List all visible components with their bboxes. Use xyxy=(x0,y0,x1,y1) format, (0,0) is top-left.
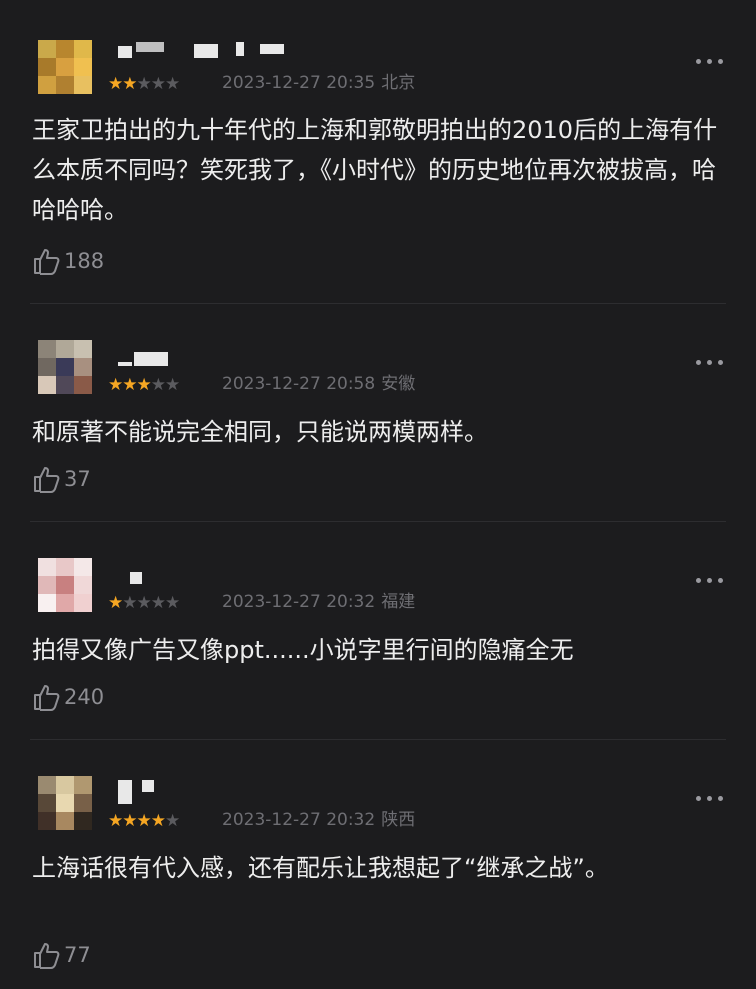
star-rating: ★★★★★ xyxy=(108,74,180,94)
star-icon: ★ xyxy=(108,811,123,831)
comment-meta: 2023-12-27 20:35 北京 xyxy=(222,73,415,93)
username-redacted xyxy=(112,352,192,368)
like-button[interactable]: 77 xyxy=(32,940,91,970)
comment-meta: 2023-12-27 20:58 安徽 xyxy=(222,374,415,394)
comment-time: 2023-12-27 20:58 xyxy=(222,374,376,394)
star-icon: ★ xyxy=(165,593,180,613)
more-dots-icon[interactable] xyxy=(694,793,728,803)
star-icon: ★ xyxy=(150,811,166,831)
comment-meta: 2023-12-27 20:32 福建 xyxy=(222,592,415,612)
star-icon: ★ xyxy=(122,375,137,395)
star-icon: ★ xyxy=(136,811,152,831)
like-count: 37 xyxy=(64,467,91,491)
comment-meta: 2023-12-27 20:32 陕西 xyxy=(222,810,415,830)
star-icon: ★ xyxy=(165,74,180,94)
star-icon: ★ xyxy=(122,811,137,831)
star-icon: ★ xyxy=(108,375,123,395)
username-redacted xyxy=(112,780,172,804)
star-icon: ★ xyxy=(122,593,137,613)
comment-text: 拍得又像广告又像ppt......小说字里行间的隐痛全无 xyxy=(32,636,574,664)
star-icon: ★ xyxy=(165,811,180,831)
avatar[interactable] xyxy=(38,776,92,830)
star-icon: ★ xyxy=(150,375,166,395)
comment-item: ★★★★★ 2023-12-27 20:32 福建 拍得又像广告又像ppt....… xyxy=(0,522,756,738)
star-rating: ★★★★★ xyxy=(108,593,180,613)
comment-item: ★★★★★ 2023-12-27 20:58 安徽 和原著不能说完全相同，只能说两… xyxy=(0,304,756,520)
more-dots-icon[interactable] xyxy=(694,575,728,585)
star-icon: ★ xyxy=(136,74,152,94)
like-button[interactable]: 188 xyxy=(32,246,104,276)
avatar[interactable] xyxy=(38,40,92,94)
like-count: 188 xyxy=(64,249,105,273)
star-icon: ★ xyxy=(136,375,152,395)
username-redacted xyxy=(112,570,152,586)
thumbs-up-icon xyxy=(32,683,64,711)
comment-time: 2023-12-27 20:32 xyxy=(222,592,376,612)
star-icon: ★ xyxy=(150,593,166,613)
star-icon: ★ xyxy=(150,74,166,94)
star-rating: ★★★★★ xyxy=(108,811,180,831)
comment-text: 上海话很有代入感，还有配乐让我想起了“继承之战”。 xyxy=(32,854,609,882)
comment-location: 北京 xyxy=(381,73,416,93)
star-icon: ★ xyxy=(122,74,137,94)
like-count: 240 xyxy=(64,685,105,709)
star-icon: ★ xyxy=(136,593,152,613)
star-rating: ★★★★★ xyxy=(108,375,180,395)
more-dots-icon[interactable] xyxy=(694,357,728,367)
comment-text: 和原著不能说完全相同，只能说两模两样。 xyxy=(32,418,488,446)
comment-location: 安徽 xyxy=(381,374,416,394)
like-count: 77 xyxy=(64,943,91,967)
like-button[interactable]: 240 xyxy=(32,682,104,712)
comment-time: 2023-12-27 20:35 xyxy=(222,73,376,93)
comment-time: 2023-12-27 20:32 xyxy=(222,810,376,830)
comment-feed: ★★★★★ 2023-12-27 20:35 北京 王家卫拍出的九十年代的上海和郭… xyxy=(0,0,756,989)
avatar[interactable] xyxy=(38,558,92,612)
more-dots-icon[interactable] xyxy=(694,56,728,66)
star-icon: ★ xyxy=(165,375,180,395)
comment-item: ★★★★★ 2023-12-27 20:35 北京 王家卫拍出的九十年代的上海和郭… xyxy=(0,0,756,300)
avatar[interactable] xyxy=(38,340,92,394)
star-icon: ★ xyxy=(108,74,123,94)
comment-location: 福建 xyxy=(381,592,416,612)
star-icon: ★ xyxy=(108,593,123,613)
comment-text: 王家卫拍出的九十年代的上海和郭敬明拍出的2010后的上海有什么本质不同吗？笑死我… xyxy=(32,116,718,224)
comment-location: 陕西 xyxy=(381,810,416,830)
thumbs-up-icon xyxy=(32,247,64,275)
comment-item: ★★★★★ 2023-12-27 20:32 陕西 上海话很有代入感，还有配乐让我… xyxy=(0,740,756,989)
thumbs-up-icon xyxy=(32,465,64,493)
thumbs-up-icon xyxy=(32,941,64,969)
username-redacted xyxy=(112,42,292,58)
like-button[interactable]: 37 xyxy=(32,464,91,494)
